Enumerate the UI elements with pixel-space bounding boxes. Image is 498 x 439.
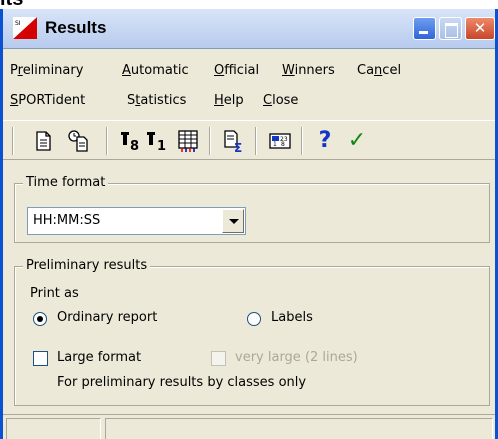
svg-text:Σ: Σ	[234, 141, 242, 153]
menu-help[interactable]: Help	[214, 93, 244, 108]
time-format-value: HH:MM:SS	[33, 213, 101, 228]
window-title: Results	[45, 18, 107, 37]
menu-cancel[interactable]: Cancel	[357, 63, 401, 78]
podium-8-icon[interactable]: 8	[119, 129, 143, 153]
menu-bar-row-1: Preliminary Automatic Official Winners C…	[3, 59, 495, 83]
classes-only-note: For preliminary results by classes only	[57, 375, 307, 390]
ordinary-report-label[interactable]: Ordinary report	[57, 310, 157, 325]
menu-bar-row-2: SPORTident Statistics Help Close	[3, 89, 495, 113]
maximize-button[interactable]	[439, 17, 462, 40]
grid-icon[interactable]	[176, 129, 200, 153]
podium-1-icon[interactable]: 1	[145, 129, 169, 153]
menu-automatic[interactable]: Automatic	[122, 63, 189, 78]
time-format-select[interactable]: HH:MM:SS	[27, 207, 246, 235]
page-clock-icon[interactable]	[67, 129, 91, 153]
time-format-title: Time format	[23, 175, 109, 190]
toolbar-separator	[255, 127, 257, 155]
minimize-button[interactable]	[413, 17, 436, 40]
time-format-group: Time format HH:MM:SS	[14, 175, 490, 243]
toolbar-separator	[106, 127, 108, 155]
title-bar[interactable]: SI Results ✕	[3, 9, 495, 49]
toolbar-separator	[301, 127, 303, 155]
close-button[interactable]: ✕	[465, 17, 495, 40]
page-icon[interactable]	[31, 129, 55, 153]
status-bar	[3, 414, 495, 439]
svg-text:8: 8	[281, 141, 285, 148]
very-large-checkbox	[211, 351, 226, 366]
labels-radio[interactable]	[247, 312, 261, 326]
menu-close[interactable]: Close	[263, 93, 298, 108]
toolbar-separator	[12, 127, 14, 155]
preliminary-results-group: Preliminary results Print as Ordinary re…	[14, 258, 490, 406]
svg-text:1: 1	[157, 139, 166, 153]
print-as-label: Print as	[30, 286, 79, 301]
results-window: SI Results ✕ Preliminary Automatic Offic…	[0, 9, 498, 439]
toolbar: 8 1 Σ 1 23 8 ? ✓	[3, 120, 495, 160]
status-pane-2	[105, 418, 493, 439]
svg-text:SI: SI	[15, 20, 21, 27]
help-icon[interactable]: ?	[313, 129, 337, 153]
menu-official[interactable]: Official	[214, 63, 259, 78]
menu-winners[interactable]: Winners	[282, 63, 335, 78]
svg-text:1: 1	[273, 141, 277, 148]
ordinary-report-radio[interactable]	[33, 312, 47, 326]
large-format-checkbox[interactable]	[33, 351, 48, 366]
preliminary-results-title: Preliminary results	[23, 258, 151, 273]
status-pane-1	[6, 418, 101, 439]
app-icon: SI	[13, 17, 37, 39]
very-large-label: very large (2 lines)	[235, 350, 358, 365]
toolbar-separator	[209, 127, 211, 155]
menu-sportident[interactable]: SPORTident	[10, 93, 85, 108]
svg-text:8: 8	[130, 139, 139, 153]
background-title-fragment: lts	[0, 0, 23, 9]
close-icon: ✕	[473, 19, 487, 37]
menu-preliminary[interactable]: Preliminary	[10, 63, 83, 78]
chevron-down-icon[interactable]	[222, 209, 244, 233]
sum-icon[interactable]: Σ	[222, 129, 246, 153]
menu-statistics[interactable]: Statistics	[127, 93, 186, 108]
labels-label[interactable]: Labels	[271, 310, 313, 325]
check-icon[interactable]: ✓	[345, 129, 369, 153]
bracket-icon[interactable]: 1 23 8	[268, 129, 292, 153]
large-format-label[interactable]: Large format	[57, 350, 141, 365]
